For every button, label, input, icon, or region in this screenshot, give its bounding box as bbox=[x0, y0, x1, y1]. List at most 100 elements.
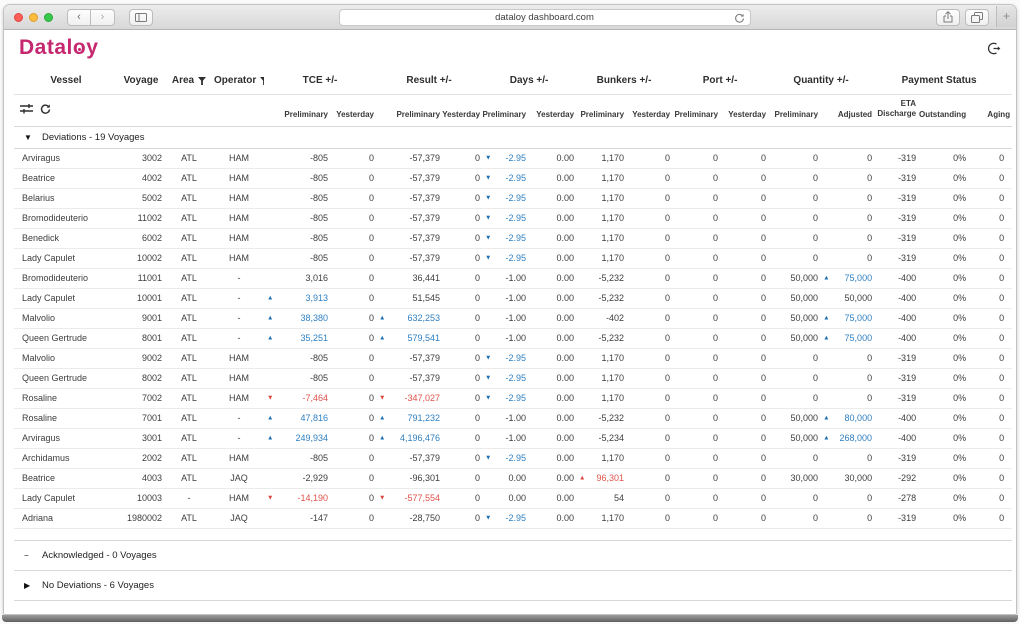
cell-quantity-adjusted: 0 bbox=[820, 448, 874, 468]
cell-eta-discharge: -319 bbox=[874, 248, 918, 268]
cell-value: 0% bbox=[953, 313, 966, 323]
cell-aging: 0 bbox=[968, 308, 1012, 328]
cell-port-preliminary: 0 bbox=[672, 228, 720, 248]
cell-result-preliminary: -57,379 bbox=[376, 208, 442, 228]
section-header-cell[interactable]: ▶No Deviations - 6 Voyages bbox=[14, 570, 1012, 600]
trend-down-icon: ▼ bbox=[485, 194, 491, 201]
voyage-row[interactable]: Malvolio9002ATLHAM-8050-57,3790▼-2.950.0… bbox=[14, 348, 1012, 368]
dataloy-logo: Dataloy bbox=[19, 36, 98, 60]
cell-value: 50,000 bbox=[791, 433, 819, 443]
cell-aging: 0 bbox=[968, 508, 1012, 528]
trend-up-icon: ▲ bbox=[579, 474, 585, 481]
cell-tce-yesterday: 0 bbox=[330, 468, 376, 488]
trend-up-icon: ▲ bbox=[823, 414, 829, 421]
close-window-button[interactable] bbox=[14, 13, 23, 22]
share-button[interactable] bbox=[936, 9, 960, 26]
cell-value: -28,750 bbox=[409, 513, 440, 523]
voyage-row[interactable]: Rosaline7001ATL-▲47,8160▲791,2320-1.000.… bbox=[14, 408, 1012, 428]
cell-area: ATL bbox=[164, 368, 214, 388]
voyage-row[interactable]: Beatrice4002ATLHAM-8050-57,3790▼-2.950.0… bbox=[14, 168, 1012, 188]
cell-area: ATL bbox=[164, 508, 214, 528]
section-header-cell[interactable]: −Acknowledged - 0 Voyages bbox=[14, 540, 1012, 570]
refresh-button[interactable] bbox=[40, 104, 51, 115]
cell-value: -1.00 bbox=[506, 333, 527, 343]
cell-value: -805 bbox=[310, 353, 328, 363]
filter-funnel-icon[interactable] bbox=[260, 77, 264, 85]
cell-value: 0 bbox=[813, 213, 818, 223]
cell-value: 0 bbox=[475, 313, 480, 323]
cell-area: ATL bbox=[164, 348, 214, 368]
cell-vessel: Malvolio bbox=[14, 348, 118, 368]
cell-quantity-adjusted: 0 bbox=[820, 248, 874, 268]
cell-quantity-preliminary: 0 bbox=[768, 388, 820, 408]
filter-funnel-icon[interactable] bbox=[198, 77, 206, 85]
cell-aging: 0 bbox=[968, 428, 1012, 448]
voyage-row[interactable]: Adriana1980002ATLJAQ-1470-28,7500▼-2.950… bbox=[14, 508, 1012, 528]
cell-value: 0 bbox=[761, 433, 766, 443]
cell-value: 0% bbox=[953, 193, 966, 203]
zoom-window-button[interactable] bbox=[44, 13, 53, 22]
cell-value: 0 bbox=[999, 273, 1004, 283]
reload-button[interactable] bbox=[734, 13, 745, 24]
section-toggle-icon[interactable]: − bbox=[24, 551, 42, 560]
cell-vessel: Lady Capulet bbox=[14, 288, 118, 308]
forward-button[interactable]: › bbox=[91, 9, 115, 26]
voyage-row[interactable]: Beatrice4003ATLJAQ-2,9290-96,30100.000.0… bbox=[14, 468, 1012, 488]
cell-value: 0 bbox=[761, 173, 766, 183]
back-button[interactable]: ‹ bbox=[67, 9, 91, 26]
cell-bunkers-preliminary: ▲96,301 bbox=[576, 468, 626, 488]
cell-vessel: Beatrice bbox=[14, 168, 118, 188]
trend-up-icon: ▲ bbox=[823, 274, 829, 281]
voyage-row[interactable]: Queen Gertrude8001ATL-▲35,2510▲579,5410-… bbox=[14, 328, 1012, 348]
cell-bunkers-preliminary: -5,232 bbox=[576, 328, 626, 348]
window-bottom-edge bbox=[2, 615, 1018, 622]
cell-port-yesterday: 0 bbox=[720, 248, 768, 268]
cell-quantity-adjusted: 0 bbox=[820, 168, 874, 188]
voyage-row[interactable]: Arviragus3002ATLHAM-8050-57,3790▼-2.950.… bbox=[14, 148, 1012, 168]
logout-button[interactable] bbox=[987, 42, 1001, 55]
voyage-row[interactable]: Lady Capulet10003-HAM▼-14,1900▼-577,5540… bbox=[14, 488, 1012, 508]
cell-days-preliminary: 0.00 bbox=[482, 468, 528, 488]
cell-voyage: 9001 bbox=[118, 308, 164, 328]
voyage-row[interactable]: Malvolio9001ATL-▲38,3800▲632,2530-1.000.… bbox=[14, 308, 1012, 328]
cell-value: 268,000 bbox=[840, 433, 873, 443]
show-tabs-button[interactable] bbox=[965, 9, 989, 26]
cell-port-yesterday: 0 bbox=[720, 308, 768, 328]
section-toggle-icon[interactable]: ▼ bbox=[24, 133, 42, 142]
cell-port-preliminary: 0 bbox=[672, 508, 720, 528]
cell-value: 0.00 bbox=[557, 353, 575, 363]
sidebar-button[interactable] bbox=[129, 9, 153, 26]
voyage-row[interactable]: Bromodideuterio11002ATLHAM-8050-57,3790▼… bbox=[14, 208, 1012, 228]
cell-operator: HAM bbox=[214, 228, 264, 248]
cell-value: 0 bbox=[867, 353, 872, 363]
trend-up-icon: ▲ bbox=[267, 294, 273, 301]
voyage-row[interactable]: Belarius5002ATLHAM-8050-57,3790▼-2.950.0… bbox=[14, 188, 1012, 208]
voyage-row[interactable]: Bromodideuterio11001ATL-3,016036,4410-1.… bbox=[14, 268, 1012, 288]
cell-days-yesterday: 0.00 bbox=[528, 428, 576, 448]
voyage-row[interactable]: Arviragus3001ATL-▲249,9340▲4,196,4760-1.… bbox=[14, 428, 1012, 448]
cell-quantity-preliminary: 0 bbox=[768, 168, 820, 188]
address-bar[interactable]: dataloy dashboard.com bbox=[339, 9, 751, 26]
column-subheader-row: PreliminaryYesterdayPreliminaryYesterday… bbox=[14, 94, 1012, 126]
section-toggle-icon[interactable]: ▶ bbox=[24, 581, 42, 590]
voyage-row[interactable]: Benedick6002ATLHAM-8050-57,3790▼-2.950.0… bbox=[14, 228, 1012, 248]
cell-value: 0 bbox=[999, 373, 1004, 383]
cell-value: -400 bbox=[898, 313, 916, 323]
section-header-cell[interactable]: ▼Deviations - 19 Voyages bbox=[14, 126, 1012, 148]
cell-value: -96,301 bbox=[409, 473, 440, 483]
cell-port-yesterday: 0 bbox=[720, 508, 768, 528]
cell-value: 0 bbox=[813, 233, 818, 243]
voyage-row[interactable]: Lady Capulet10002ATLHAM-8050-57,3790▼-2.… bbox=[14, 248, 1012, 268]
voyage-row[interactable]: Archidamus2002ATLHAM-8050-57,3790▼-2.950… bbox=[14, 448, 1012, 468]
cell-value: -147 bbox=[310, 513, 328, 523]
voyage-row[interactable]: Queen Gertrude8002ATLHAM-8050-57,3790▼-2… bbox=[14, 368, 1012, 388]
minimize-window-button[interactable] bbox=[29, 13, 38, 22]
new-tab-button[interactable]: + bbox=[996, 6, 1016, 27]
cell-value: 0% bbox=[953, 353, 966, 363]
cell-result-yesterday: 0 bbox=[442, 188, 482, 208]
voyage-row[interactable]: Lady Capulet10001ATL-▲3,913051,5450-1.00… bbox=[14, 288, 1012, 308]
cell-value: -57,379 bbox=[409, 173, 440, 183]
cell-days-yesterday: 0.00 bbox=[528, 348, 576, 368]
voyage-row[interactable]: Rosaline7002ATLHAM▼-7,4640▼-347,0270▼-2.… bbox=[14, 388, 1012, 408]
filter-settings-button[interactable] bbox=[20, 104, 33, 114]
